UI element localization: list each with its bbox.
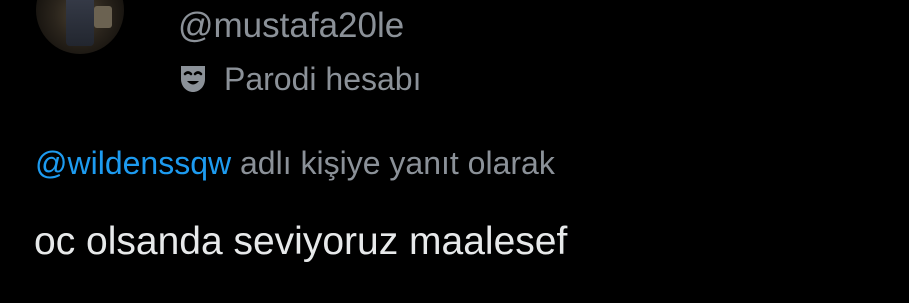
parody-account-badge: Parodi hesabı — [178, 57, 421, 101]
reply-context-text: adlı kişiye yanıt olarak — [231, 145, 555, 181]
replying-to-line: @wildenssqw adlı kişiye yanıt olarak — [35, 142, 555, 184]
user-handle[interactable]: @mustafa20le — [178, 4, 404, 48]
tweet-text: oc olsanda seviyoruz maalesef — [34, 220, 568, 263]
reply-mention-link[interactable]: @wildenssqw — [35, 145, 231, 181]
avatar-figure — [66, 0, 94, 46]
avatar[interactable] — [36, 0, 124, 54]
theater-mask-icon — [178, 63, 208, 95]
avatar-detail — [94, 6, 112, 28]
parody-account-label: Parodi hesabı — [224, 60, 422, 97]
